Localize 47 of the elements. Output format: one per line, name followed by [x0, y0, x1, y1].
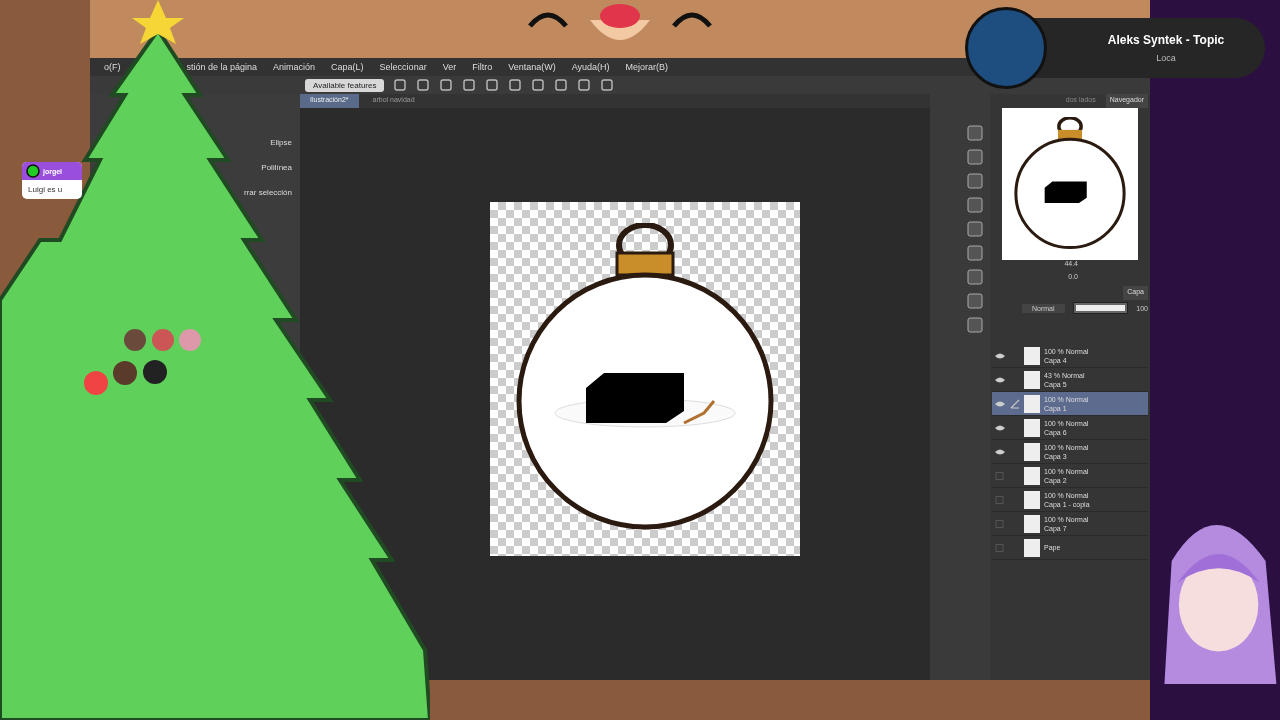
menu-item[interactable]: Ayuda(H)	[571, 62, 610, 72]
chat-message: Luigi es u	[27, 184, 64, 196]
tool-option[interactable]: rrar selección	[244, 188, 292, 197]
empty-checkbox-icon[interactable]	[994, 519, 1006, 528]
panel-icon[interactable]	[966, 124, 984, 142]
panel-icon[interactable]	[966, 172, 984, 190]
layer-thumbnail	[1024, 418, 1040, 437]
panel-icon[interactable]	[966, 244, 984, 262]
layer-thumbnail	[1024, 346, 1040, 365]
available-features-button[interactable]: Available features	[305, 78, 385, 92]
empty-checkbox-icon[interactable]	[994, 543, 1006, 552]
song-title: Loca	[1156, 53, 1176, 63]
menu-item[interactable]: Animación	[273, 62, 316, 72]
layer-thumbnail	[1024, 370, 1040, 389]
panel-icon[interactable]	[966, 148, 984, 166]
layer-thumbnail	[1024, 490, 1040, 509]
tool-option[interactable]: Elipse	[270, 138, 292, 147]
panel-icon[interactable]	[966, 316, 984, 334]
eye-icon[interactable]	[994, 375, 1006, 384]
panel-icon[interactable]	[966, 220, 984, 238]
menu-item[interactable]: o(F)	[104, 62, 121, 72]
layer-thumbnail	[1024, 466, 1040, 485]
menu-item[interactable]: Capa(L)	[331, 62, 364, 72]
avatar-icon	[26, 164, 40, 178]
layer-thumbnail	[1024, 538, 1040, 557]
panel-icon[interactable]	[966, 292, 984, 310]
layer-thumbnail	[1024, 394, 1040, 413]
eye-icon[interactable]	[994, 399, 1006, 408]
layer-thumbnail	[1024, 514, 1040, 533]
empty-checkbox-icon[interactable]	[994, 495, 1006, 504]
song-artist: Aleks Syntek - Topic	[1107, 33, 1225, 47]
panel-icon[interactable]	[966, 196, 984, 214]
eye-icon[interactable]	[994, 423, 1006, 432]
tool-option[interactable]: Polilínea	[261, 163, 292, 172]
square-icon[interactable]	[577, 78, 592, 92]
eye-icon[interactable]	[994, 351, 1006, 360]
panel-icon[interactable]	[966, 268, 984, 286]
menu-item[interactable]: Filtro	[472, 62, 493, 72]
empty-checkbox-icon[interactable]	[994, 471, 1006, 480]
menu-item[interactable]: Ventana(W)	[508, 62, 556, 72]
eye-icon[interactable]	[994, 447, 1006, 456]
pen-icon	[1010, 398, 1020, 409]
layer-thumbnail	[1024, 442, 1040, 461]
menu-item[interactable]: Seleccionar	[379, 62, 427, 72]
menu-item[interactable]: Ver	[442, 62, 457, 72]
menu-item[interactable]: stión de la página	[186, 62, 258, 72]
menu-item[interactable]: Mejorar(B)	[625, 62, 669, 72]
